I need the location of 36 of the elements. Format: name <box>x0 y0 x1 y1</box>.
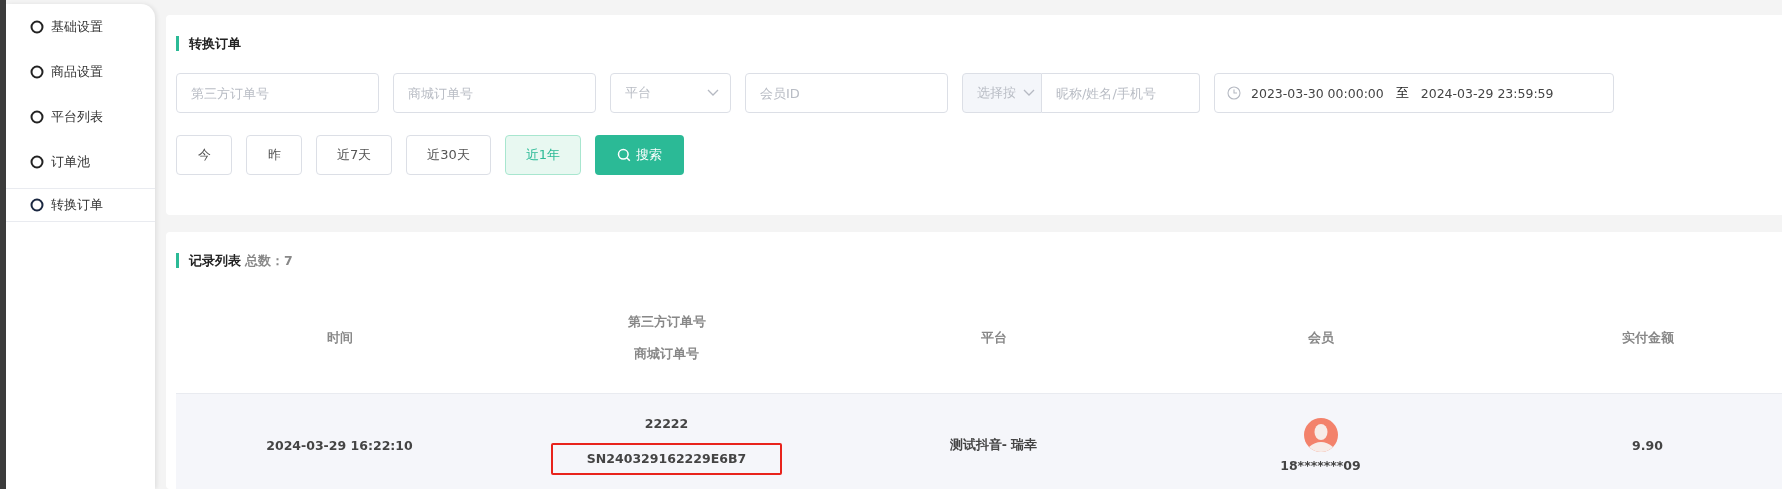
sidebar-item[interactable]: 订单池 <box>6 139 155 184</box>
range-button[interactable]: 昨 <box>246 135 302 175</box>
table-cell: 22222 <box>644 415 689 433</box>
input-field[interactable]: 昵称/姓名/手机号 <box>1042 73 1200 113</box>
search-icon <box>617 148 632 162</box>
table-cell: 18*******09 <box>1280 457 1361 473</box>
table-cell: 9.90 <box>1632 437 1663 453</box>
table-cell: 2024-03-29 16:22:10 <box>266 437 413 453</box>
sidebar-item[interactable]: 商品设置 <box>6 49 155 94</box>
date-range-field[interactable]: 2023-03-30 00:00:00 至 2024-03-29 23:59:59 <box>1214 73 1614 113</box>
range-button[interactable]: 今 <box>176 135 232 175</box>
avatar-icon <box>1303 417 1338 452</box>
table-cell: 测试抖音- 瑞幸 <box>949 436 1038 452</box>
circle-icon <box>30 198 44 212</box>
column-header: 第三方订单号 <box>627 313 706 332</box>
column-header: 会员 <box>1307 329 1334 348</box>
column-header: 时间 <box>326 329 353 348</box>
column-header: 实付金额 <box>1621 329 1674 348</box>
section-title: 记录列表 <box>189 253 241 268</box>
column-header: 平台 <box>980 329 1007 348</box>
input-field[interactable]: 会员ID <box>745 73 948 113</box>
total-count: 总数：7 <box>245 253 293 268</box>
input-field[interactable]: 商城订单号 <box>393 73 596 113</box>
circle-icon <box>30 19 44 34</box>
circle-icon <box>30 64 44 79</box>
circle-icon <box>30 154 44 169</box>
sidebar-item[interactable]: 平台列表 <box>6 94 155 139</box>
sidebar-item[interactable]: 基础设置 <box>6 4 155 49</box>
range-button[interactable]: 近30天 <box>406 135 491 175</box>
circle-icon <box>30 109 44 124</box>
clock-icon <box>1227 86 1241 100</box>
sidebar-item[interactable]: 转换订单 <box>6 188 155 222</box>
range-button[interactable]: 近7天 <box>316 135 393 175</box>
table-cell: SN240329162229E6B7 <box>550 443 783 475</box>
section-title: 转换订单 <box>176 36 1782 51</box>
column-header: 商城订单号 <box>634 345 699 364</box>
